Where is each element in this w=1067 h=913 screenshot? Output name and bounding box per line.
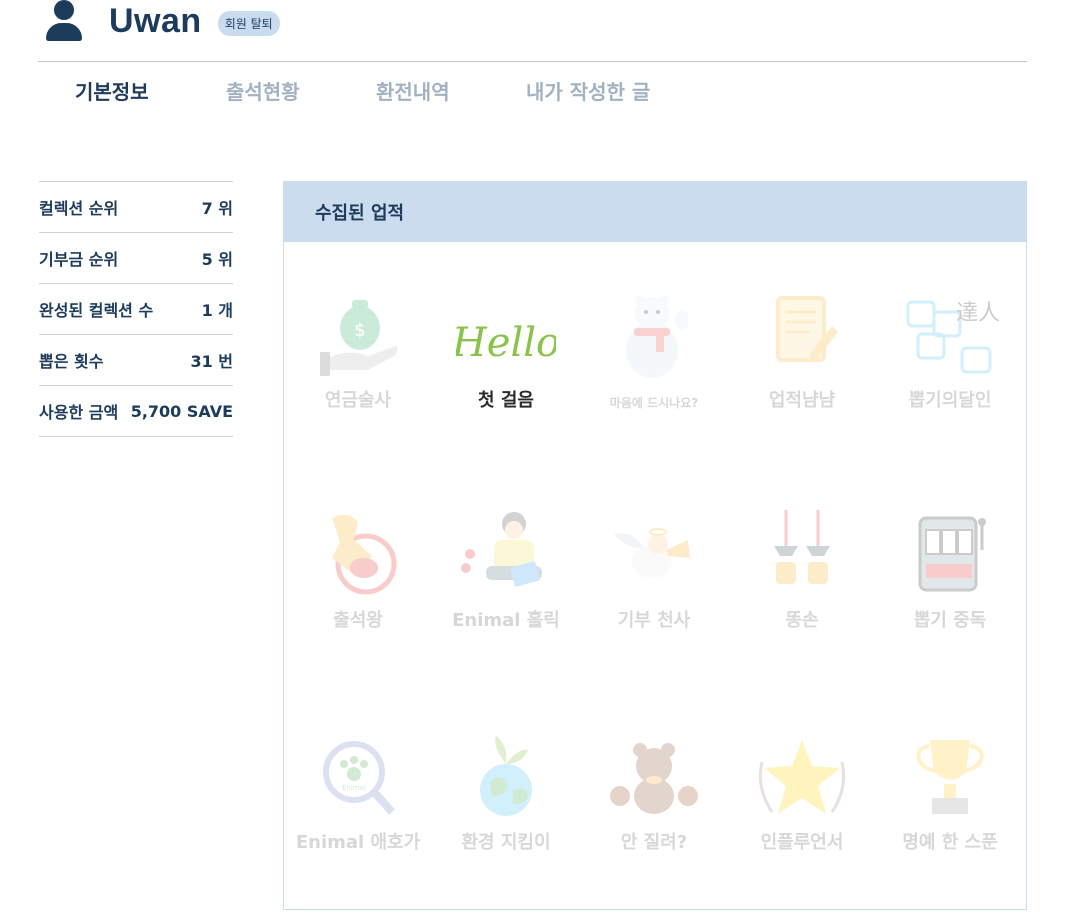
stat-draw-count: 뽑은 횟수 31 번 — [39, 335, 233, 386]
achievement-label: 업적냠냠 — [768, 390, 836, 411]
stat-value: 5,700 SAVE — [130, 401, 233, 421]
tab-basic-info[interactable]: 기본정보 — [75, 76, 149, 105]
stat-value: 31 번 — [190, 352, 233, 371]
stat-completed-collections: 완성된 컬렉션 수 1 개 — [39, 284, 233, 335]
money-bag-hand-icon: $ — [320, 300, 398, 376]
profile-tabs: 기본정보 출석현황 환전내역 내가 작성한 글 — [0, 76, 1067, 106]
achievement-label: 첫 걸음 — [478, 390, 534, 411]
achievement-enimal-lover[interactable]: Enimal Enimal 애호가 — [284, 732, 432, 882]
stat-amount-spent: 사용한 금액 5,700 SAVE — [39, 386, 233, 437]
achievement-label: 마음에 드시나요? — [609, 396, 699, 410]
stat-value: 5 위 — [201, 250, 233, 269]
tablet-boy-icon — [461, 512, 542, 587]
achievement-label: Enimal 애호가 — [295, 832, 421, 853]
svg-text:Enimal: Enimal — [342, 784, 366, 792]
achievement-label: 명예 한 스푼 — [902, 832, 998, 853]
polar-bear-icon — [626, 295, 689, 378]
achievement-donation-angel[interactable]: 기부 천사 — [580, 510, 728, 660]
user-icon — [44, 0, 84, 42]
username: Uwan — [109, 1, 202, 40]
star-laurel-icon — [758, 740, 846, 814]
achievement-label: 뽑기 중독 — [913, 610, 987, 631]
stat-label: 뽑은 횟수 — [39, 352, 104, 371]
tab-attendance[interactable]: 출석현황 — [226, 76, 300, 105]
notepad-pencil-icon — [776, 296, 838, 362]
achievement-attendance-king[interactable]: 출석왕 — [284, 510, 432, 660]
achievement-do-you-like-it[interactable]: 마음에 드시나요? — [580, 290, 728, 440]
achievement-alchemist[interactable]: $ 연금술사 — [284, 290, 432, 440]
achievements-grid: $ 연금술사 Hello 첫 걸음 마음에 드시나요? 업적냠냠 達人 뽑기의달… — [284, 242, 1026, 910]
slot-machine-icon — [918, 516, 986, 592]
achievement-label: 출석왕 — [333, 610, 383, 631]
achievement-label: 연금술사 — [324, 390, 392, 411]
achievement-label: 똥손 — [785, 610, 819, 631]
withdraw-button[interactable]: 회원 탈퇴 — [217, 10, 280, 36]
trophy-icon — [916, 740, 984, 814]
hello-script-icon: Hello — [456, 320, 556, 366]
earth-sprout-icon — [480, 736, 532, 816]
stat-label: 기부금 순위 — [39, 250, 119, 269]
tab-exchange-history[interactable]: 환전내역 — [376, 76, 450, 105]
achievement-label: 기부 천사 — [617, 610, 691, 631]
achievement-not-bored[interactable]: 안 질려? — [580, 732, 728, 882]
achievement-first-step[interactable]: Hello 첫 걸음 — [432, 290, 580, 440]
achievement-label: Enimal 홀릭 — [452, 610, 560, 631]
stat-value: 1 개 — [201, 301, 233, 320]
svg-text:$: $ — [354, 320, 365, 341]
achievement-draw-master[interactable]: 達人 뽑기의달인 — [876, 290, 1024, 440]
teddy-bears-icon — [610, 743, 698, 814]
svg-text:Hello: Hello — [456, 320, 556, 366]
achievement-achievement-yum[interactable]: 업적냠냠 — [728, 290, 876, 440]
achievement-label: 인플루언서 — [760, 832, 844, 853]
achievement-butter-fingers[interactable]: 똥손 — [728, 510, 876, 660]
achievement-enimal-holic[interactable]: Enimal 홀릭 — [432, 510, 580, 660]
achievements-panel: 수집된 업적 $ 연금술사 Hello 첫 걸음 마음에 드시나요? 업적냠냠 … — [283, 181, 1027, 910]
tab-my-posts[interactable]: 내가 작성한 글 — [526, 76, 650, 105]
paw-magnifier-icon: Enimal — [323, 741, 395, 815]
puzzle-master-icon: 達人 — [906, 300, 1000, 374]
stat-label: 컬렉션 순위 — [39, 199, 119, 218]
stat-value: 7 위 — [201, 199, 233, 218]
achievement-influencer[interactable]: 인플루언서 — [728, 732, 876, 882]
angel-trumpet-icon — [614, 528, 690, 578]
header-divider — [38, 61, 1027, 62]
achievement-label: 환경 지킴이 — [461, 832, 551, 853]
claw-machine-icon — [774, 510, 830, 584]
achievement-label: 뽑기의달인 — [908, 390, 992, 411]
svg-text:達人: 達人 — [956, 301, 1000, 326]
achievement-label: 안 질려? — [620, 832, 688, 853]
stat-donation-rank: 기부금 순위 5 위 — [39, 233, 233, 284]
stats-list: 컬렉션 순위 7 위 기부금 순위 5 위 완성된 컬렉션 수 1 개 뽑은 횟… — [39, 181, 233, 437]
stat-label: 완성된 컬렉션 수 — [39, 301, 154, 320]
achievement-spoon-of-honor[interactable]: 명예 한 스푼 — [876, 732, 1024, 882]
profile-header: Uwan 회원 탈퇴 — [44, 0, 280, 42]
achievement-draw-addict[interactable]: 뽑기 중독 — [876, 510, 1024, 660]
achievement-eco-guardian[interactable]: 환경 지킴이 — [432, 732, 580, 882]
stat-collection-rank: 컬렉션 순위 7 위 — [39, 182, 233, 233]
achievements-title: 수집된 업적 — [284, 182, 1026, 242]
stamp-icon — [332, 514, 397, 595]
stat-label: 사용한 금액 — [39, 403, 119, 422]
